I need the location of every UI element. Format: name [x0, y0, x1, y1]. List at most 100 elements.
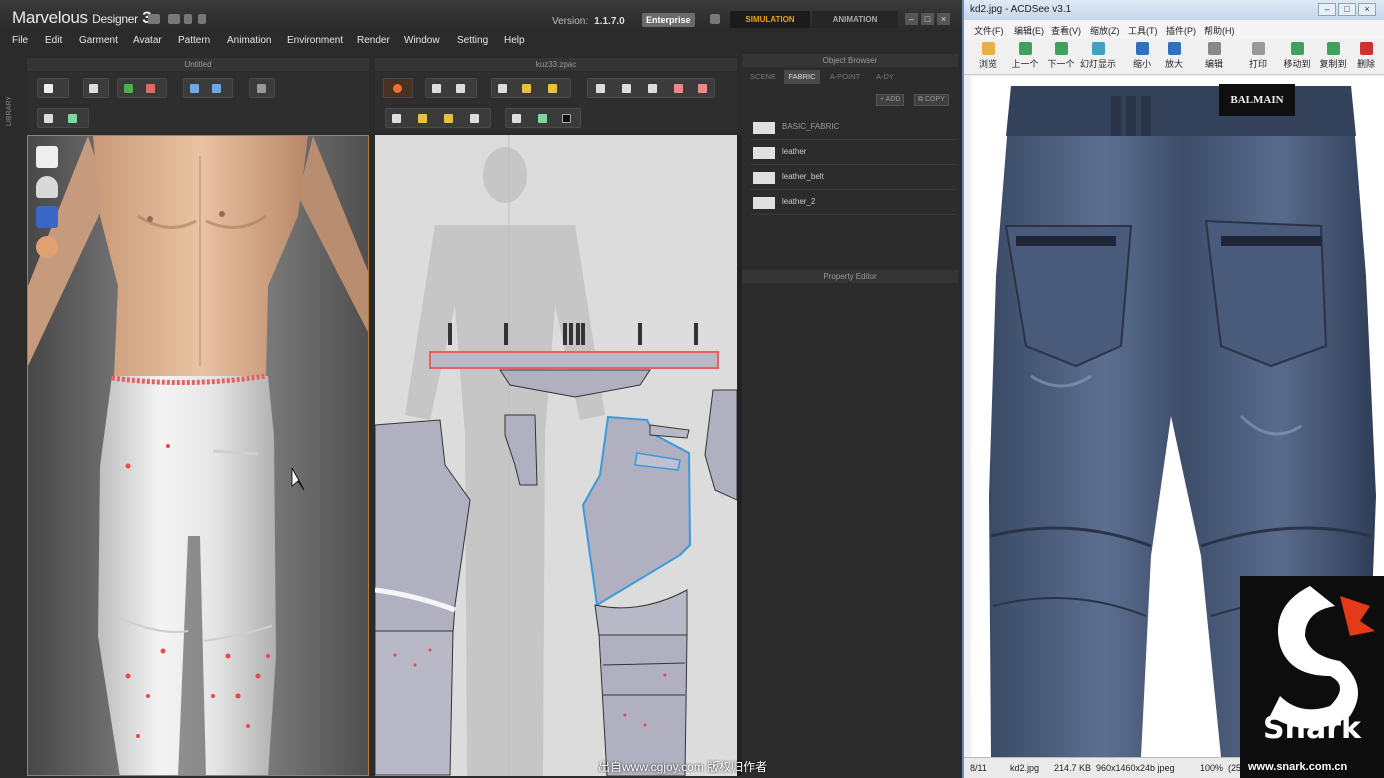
seam-tools[interactable]	[385, 108, 491, 128]
polygon-tools[interactable]	[587, 78, 715, 98]
tab-scene[interactable]: SCENE	[746, 70, 780, 84]
viewport-3d[interactable]	[27, 135, 369, 776]
menu-file[interactable]: File	[12, 35, 28, 46]
menu-window[interactable]: Window	[404, 35, 440, 46]
fabric-name: leather_2	[782, 197, 816, 206]
tab-a-point[interactable]: A-POINT	[824, 70, 866, 84]
acd-close-button[interactable]: ×	[1358, 3, 1376, 16]
fabric-swatch	[753, 172, 775, 184]
print-button[interactable]: 打印	[1244, 42, 1272, 72]
print-label: 打印	[1248, 59, 1267, 69]
previous-button[interactable]: 上一个	[1008, 42, 1042, 72]
source-caption: 出自www.cgjoy.com 版权归作者	[598, 760, 768, 774]
move-to-button[interactable]: 移动到	[1280, 42, 1314, 72]
arrangement-tools[interactable]	[183, 78, 233, 98]
acd-menu-plugins[interactable]: 插件(P)	[1166, 24, 1196, 37]
browse-button[interactable]: 浏览	[974, 42, 1002, 72]
add-fabric-button[interactable]: + ADD	[876, 94, 905, 106]
zoom-in-button[interactable]: 放大	[1160, 42, 1188, 72]
acd-menu-help[interactable]: 帮助(H)	[1204, 24, 1235, 37]
avatar-head-icon[interactable]	[36, 236, 58, 258]
minimize-button[interactable]: –	[905, 13, 918, 25]
fabric-item[interactable]: BASIC_FABRIC	[750, 116, 956, 140]
next-button[interactable]: 下一个	[1044, 42, 1078, 72]
view2d-title: kuz33.zpac	[375, 58, 737, 71]
undo-icon[interactable]	[184, 14, 192, 24]
menu-environment[interactable]: Environment	[287, 35, 343, 46]
menu-garment[interactable]: Garment	[79, 35, 118, 46]
garment-tools[interactable]	[117, 78, 167, 98]
view-mode-tools[interactable]	[37, 108, 89, 128]
close-button[interactable]: ×	[937, 13, 950, 25]
fabric-item[interactable]: leather	[750, 141, 956, 165]
menu-pattern[interactable]: Pattern	[178, 35, 210, 46]
menu-edit[interactable]: Edit	[45, 35, 62, 46]
acd-menu-zoom[interactable]: 缩放(Z)	[1090, 24, 1120, 37]
slideshow-button[interactable]: 幻灯显示	[1078, 42, 1118, 72]
library-sidebar-tab[interactable]: LIBRARY	[6, 66, 20, 126]
tab-a-dy[interactable]: A-DY	[870, 70, 900, 84]
menu-animation[interactable]: Animation	[227, 35, 271, 46]
animation-mode-tab[interactable]: ANIMATION	[812, 11, 898, 28]
status-zoom: 100%	[1200, 763, 1224, 773]
logo-sub: Designer	[92, 12, 138, 26]
delete-label: 删除	[1356, 59, 1375, 69]
acd-menu-file[interactable]: 文件(F)	[974, 24, 1004, 37]
acd-menu-view[interactable]: 查看(V)	[1051, 24, 1081, 37]
sewing-tools[interactable]	[505, 108, 581, 128]
browse-label: 浏览	[978, 59, 997, 69]
fabric-item[interactable]: leather_2	[750, 191, 956, 215]
maximize-button[interactable]: □	[921, 13, 934, 25]
viewport-2d-pattern[interactable]	[375, 135, 737, 776]
pin-icon[interactable]	[710, 14, 720, 24]
copy-to-label: 复制到	[1319, 59, 1347, 69]
save-icon[interactable]	[148, 14, 160, 24]
slideshow-label: 幻灯显示	[1079, 59, 1116, 69]
status-dimensions: 960x1460x24b jpeg	[1096, 763, 1175, 773]
pin-tool[interactable]	[249, 78, 275, 98]
fabric-swatch	[753, 147, 775, 159]
transform-tools[interactable]	[425, 78, 477, 98]
zoom-out-button[interactable]: 缩小	[1128, 42, 1156, 72]
acd-menu-edit[interactable]: 编辑(E)	[1014, 24, 1044, 37]
status-filesize: 214.7 KB	[1054, 763, 1092, 773]
app-logo: Marvelous Designer 3	[12, 8, 152, 28]
select-move-tool[interactable]	[83, 78, 109, 98]
tab-fabric[interactable]: FABRIC	[784, 70, 820, 84]
pattern-layout	[375, 135, 737, 776]
marvelous-designer-window: Marvelous Designer 3 Version: 1.1.7.0 Ent…	[0, 0, 962, 778]
copy-to-button[interactable]: 复制到	[1316, 42, 1350, 72]
acd-minimize-button[interactable]: –	[1318, 3, 1336, 16]
acd-maximize-button[interactable]: □	[1338, 3, 1356, 16]
zoom-in-label: 放大	[1164, 59, 1183, 69]
view2d-toolbar	[375, 72, 737, 132]
menu-setting[interactable]: Setting	[457, 35, 488, 46]
point-tools[interactable]	[491, 78, 571, 98]
simulation-mode-tab[interactable]: SIMULATION	[730, 11, 810, 28]
previous-label: 上一个	[1011, 59, 1039, 69]
acd-menu-tools[interactable]: 工具(T)	[1128, 24, 1158, 37]
avatar-dropdown-button[interactable]	[37, 78, 69, 98]
edit-button[interactable]: 编辑	[1200, 42, 1228, 72]
sync-pattern-button[interactable]	[383, 78, 413, 98]
logo-main: Marvelous	[12, 8, 88, 27]
menu-help[interactable]: Help	[504, 35, 525, 46]
texture-icon[interactable]	[36, 206, 58, 228]
garment-shirt-icon[interactable]	[36, 146, 58, 168]
menu-avatar[interactable]: Avatar	[133, 35, 162, 46]
zoom-out-label: 缩小	[1132, 59, 1151, 69]
edit-label: 编辑	[1204, 59, 1223, 69]
status-filename: kd2.jpg	[1010, 763, 1040, 773]
copy-fabric-button[interactable]: ⧉ COPY	[914, 94, 949, 106]
delete-button[interactable]: 删除	[1354, 42, 1378, 72]
fabric-name: BASIC_FABRIC	[782, 122, 840, 131]
version-label: Version:	[552, 16, 589, 27]
avatar-body-icon[interactable]	[36, 176, 58, 198]
open-folder-icon[interactable]	[168, 14, 180, 24]
version-value: 1.1.7.0	[594, 16, 625, 27]
brand-label: BALMAIN	[1230, 94, 1283, 106]
menu-render[interactable]: Render	[357, 35, 390, 46]
redo-icon[interactable]	[198, 14, 206, 24]
fabric-name: leather_belt	[782, 172, 824, 181]
fabric-item[interactable]: leather_belt	[750, 166, 956, 190]
